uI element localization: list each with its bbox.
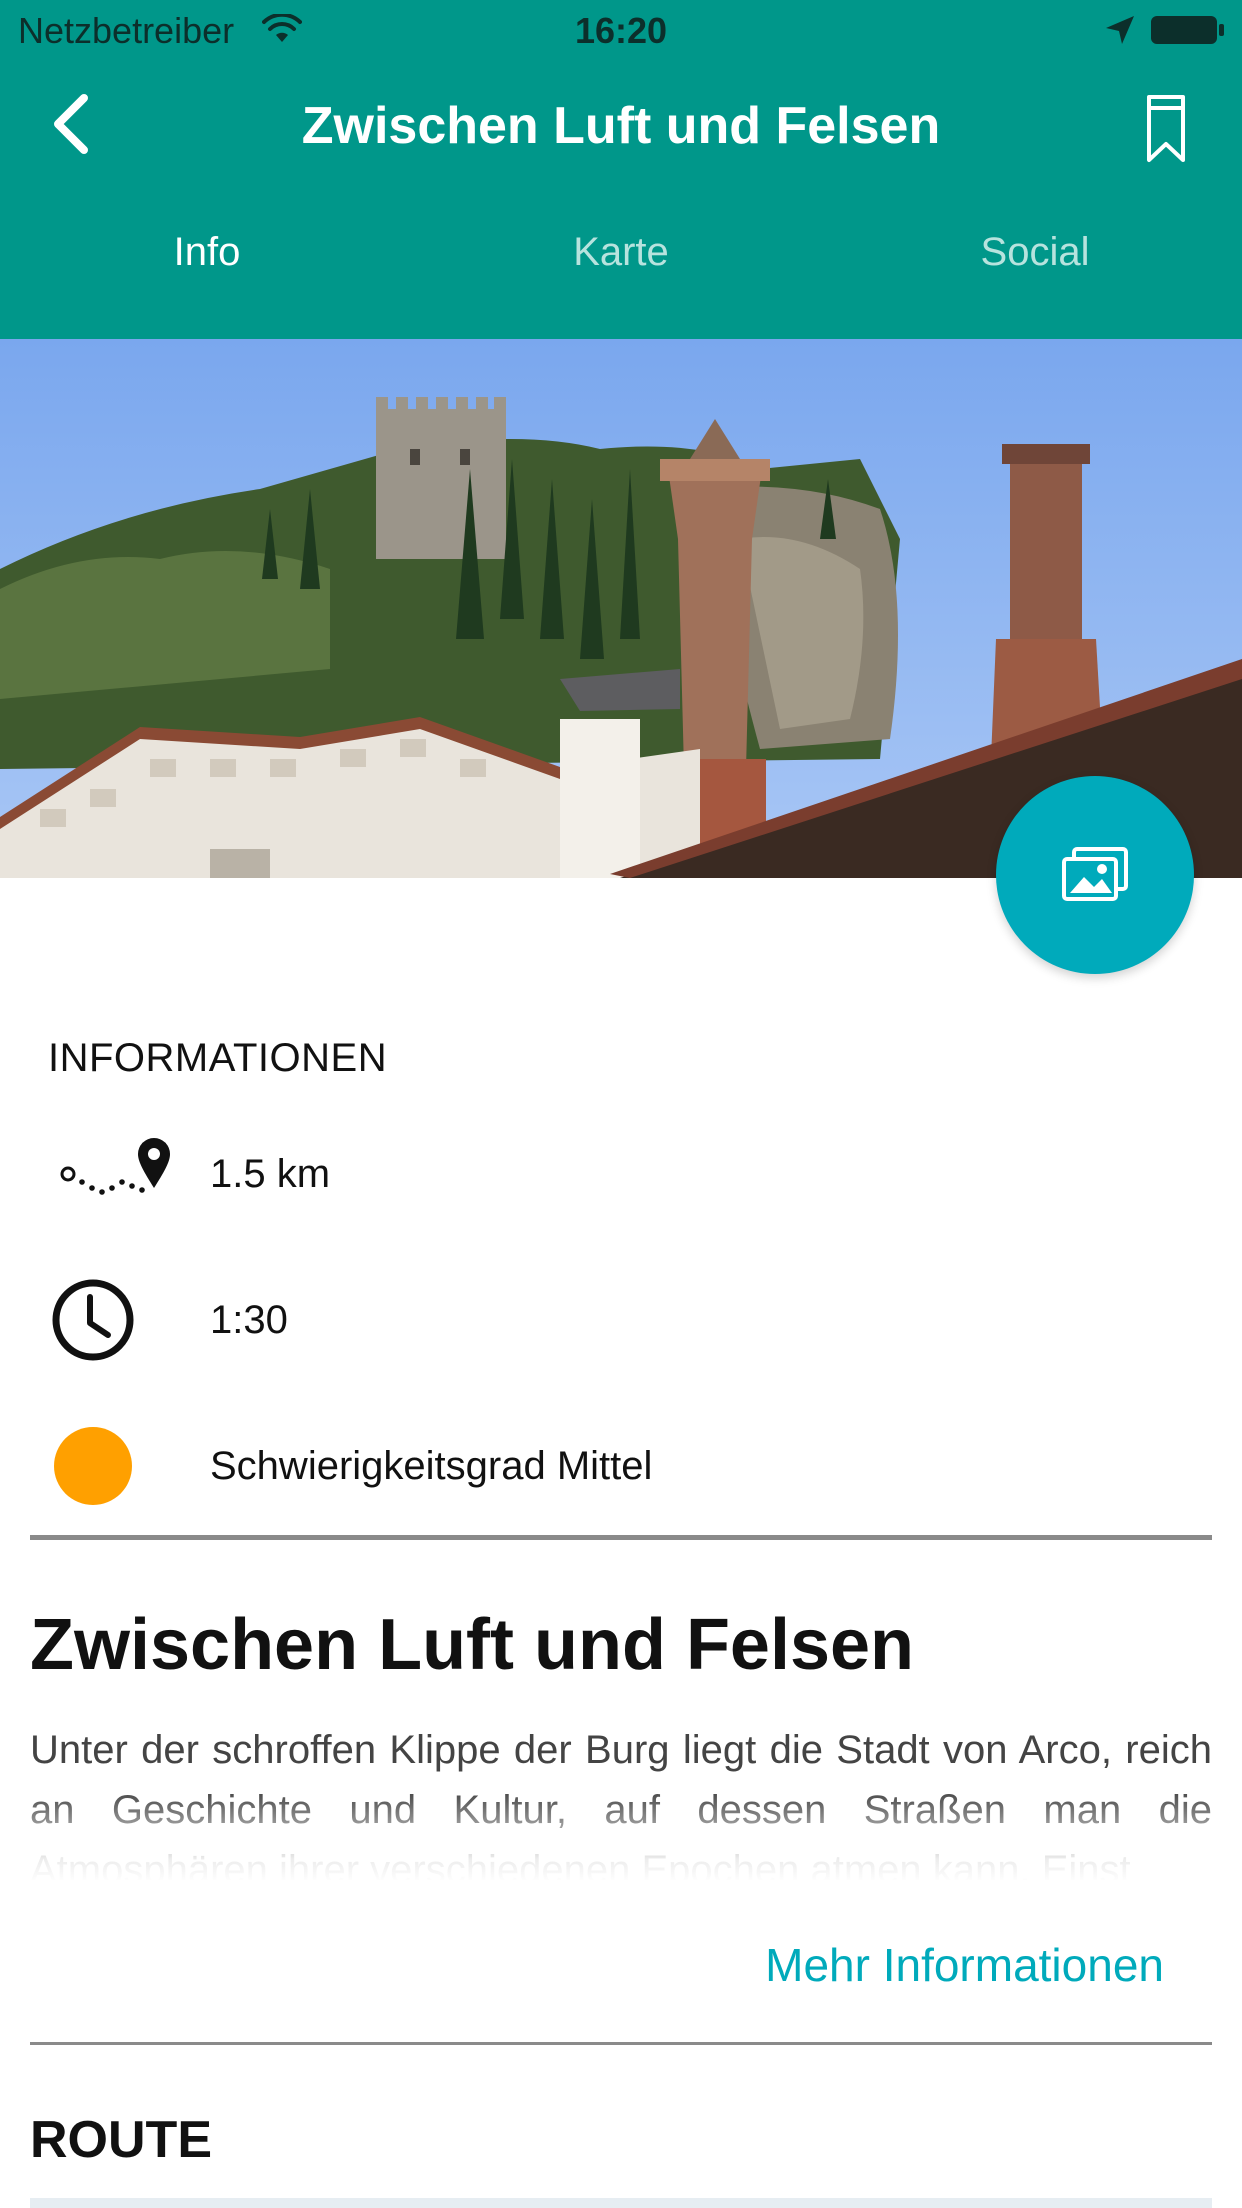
tab-bar: Info Karte Social bbox=[0, 230, 1242, 306]
more-info-link[interactable]: Mehr Informationen bbox=[765, 1938, 1164, 1992]
info-row-distance: 1.5 km bbox=[0, 1124, 1242, 1224]
battery-icon bbox=[1150, 14, 1226, 51]
info-row-duration: 1:30 bbox=[0, 1270, 1242, 1370]
location-arrow-icon bbox=[1104, 14, 1136, 51]
difficulty-value: Schwierigkeitsgrad Mittel bbox=[210, 1444, 653, 1488]
gallery-button[interactable] bbox=[996, 776, 1194, 974]
app-header: Netzbetreiber 16:20 Zwischen Luft und Fe… bbox=[0, 0, 1242, 339]
bookmark-icon bbox=[1147, 95, 1185, 162]
navigation-bar: Zwischen Luft und Felsen bbox=[0, 62, 1242, 190]
detail-title: Zwischen Luft und Felsen bbox=[30, 1605, 915, 1685]
divider bbox=[30, 1535, 1212, 1540]
image-gallery-icon bbox=[1062, 847, 1128, 901]
tab-social[interactable]: Social bbox=[828, 230, 1242, 306]
difficulty-dot-icon bbox=[48, 1416, 188, 1516]
detail-description: Unter der schroffen Klippe der Burg lieg… bbox=[30, 1728, 1212, 1880]
route-section-heading: ROUTE bbox=[30, 2111, 212, 2169]
distance-value: 1.5 km bbox=[210, 1152, 331, 1196]
info-row-difficulty: Schwierigkeitsgrad Mittel bbox=[0, 1416, 1242, 1516]
tab-info[interactable]: Info bbox=[0, 230, 414, 306]
divider bbox=[30, 2042, 1212, 2045]
page-title: Zwischen Luft und Felsen bbox=[301, 97, 941, 155]
route-map-preview bbox=[30, 2198, 1212, 2208]
bookmark-button[interactable] bbox=[1130, 84, 1202, 174]
clock-icon bbox=[48, 1270, 188, 1370]
back-button[interactable] bbox=[30, 84, 110, 164]
status-time: 16:20 bbox=[574, 10, 668, 51]
chevron-left-icon bbox=[54, 94, 88, 154]
info-section-heading: INFORMATIONEN bbox=[48, 1036, 388, 1080]
duration-value: 1:30 bbox=[210, 1298, 288, 1342]
tab-karte[interactable]: Karte bbox=[414, 230, 828, 306]
route-distance-icon bbox=[48, 1124, 188, 1224]
status-bar: Netzbetreiber 16:20 bbox=[0, 0, 1242, 62]
